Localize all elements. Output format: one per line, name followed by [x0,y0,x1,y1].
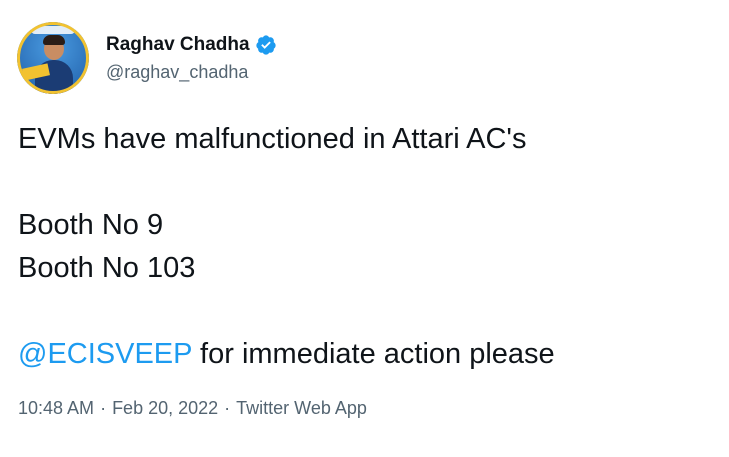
timestamp-date[interactable]: Feb 20, 2022 [112,398,218,418]
timestamp-time[interactable]: 10:48 AM [18,398,94,418]
display-name[interactable]: Raghav Chadha [106,33,250,57]
tweet-header: Raghav Chadha @raghav_chadha [17,22,277,94]
tweet-line: EVMs have malfunctioned in Attari AC's [18,123,527,155]
tweet-line: Booth No 103 [18,252,196,284]
mention-link[interactable]: @ECISVEEP [18,338,192,370]
tweet-line: @ECISVEEP for immediate action please [18,333,718,376]
separator: · [100,398,107,418]
tweet-source: Twitter Web App [236,398,367,418]
tweet-text: EVMs have malfunctioned in Attari AC's B… [18,118,718,376]
name-row: Raghav Chadha [106,33,277,57]
author-info: Raghav Chadha @raghav_chadha [106,33,277,84]
separator: · [224,398,231,418]
handle[interactable]: @raghav_chadha [106,60,277,84]
verified-badge-icon [255,34,276,55]
tweet-card: Raghav Chadha @raghav_chadha EVMs have m… [0,0,729,457]
avatar[interactable] [17,22,89,94]
tweet-line-text: for immediate action please [191,338,555,370]
tweet-meta: 10:48 AM · Feb 20, 2022 · Twitter Web App [18,396,367,420]
tweet-line: Booth No 9 [18,209,164,241]
